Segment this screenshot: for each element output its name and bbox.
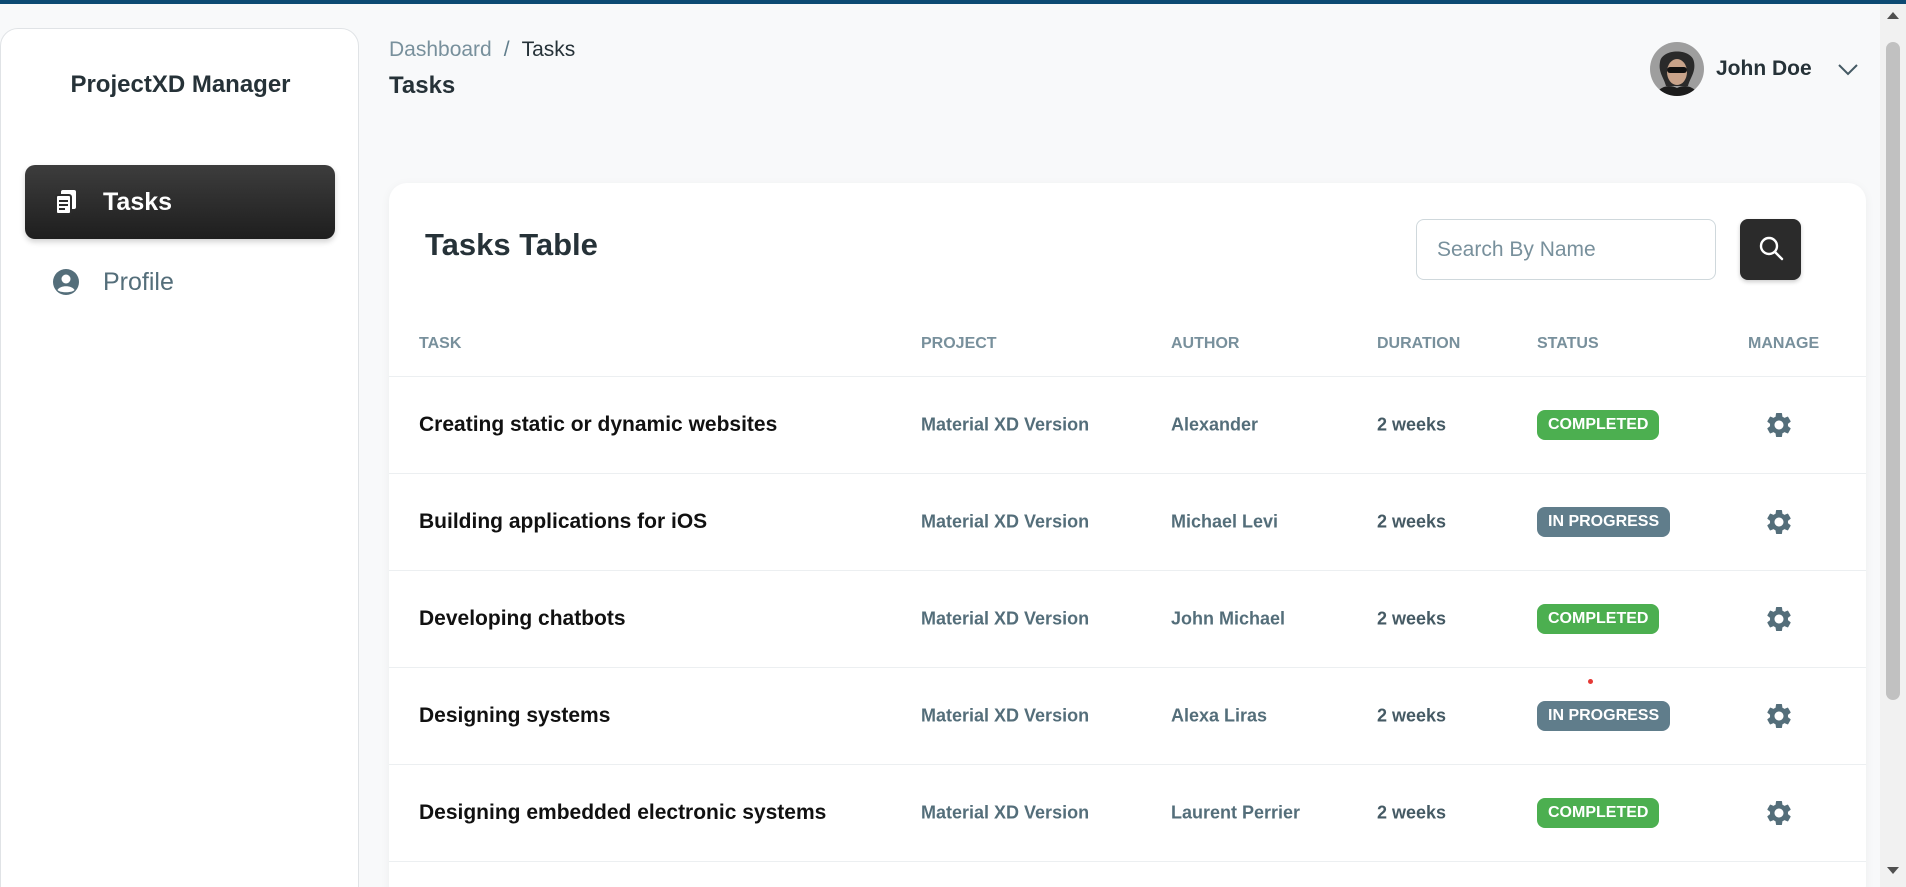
task-name: Creating static or dynamic websites [419,413,778,436]
task-author: Laurent Perrier [1171,802,1301,823]
status-badge: COMPLETED [1537,604,1660,634]
gear-icon[interactable] [1764,507,1794,537]
scrollbar-thumb[interactable] [1886,42,1900,700]
task-duration: 2 weeks [1377,705,1447,726]
task-duration: 2 weeks [1377,608,1447,629]
card-title: Tasks Table [425,227,598,262]
task-name: Designing systems [419,704,611,727]
avatar [1650,42,1704,96]
task-duration: 2 weeks [1377,802,1447,823]
user-circle-icon [49,265,83,299]
user-name: John Doe [1716,57,1812,80]
column-header-author: AUTHOR [1171,335,1240,352]
column-header-task: TASK [419,335,462,352]
breadcrumb-separator: / [503,38,510,61]
sidebar: ProjectXD Manager Tasks Profile [0,28,359,887]
scroll-up-arrow-icon[interactable] [1880,10,1906,26]
column-header-duration: DURATION [1377,335,1461,352]
gear-icon[interactable] [1764,410,1794,440]
table-row: Building applications for iOS Material X… [389,474,1866,571]
table-row: Developing chatbots Material XD Version … [389,571,1866,668]
status-badge: IN PROGRESS [1537,507,1671,537]
task-duration: 2 weeks [1377,414,1447,435]
gear-icon[interactable] [1764,604,1794,634]
task-author: Alexa Liras [1171,705,1268,726]
task-name: Designing embedded electronic systems [419,801,827,824]
breadcrumb-current: Tasks [521,38,576,61]
user-menu[interactable]: John Doe [1650,42,1860,96]
status-badge-cell: COMPLETED [1537,798,1660,828]
task-author: Michael Levi [1171,511,1279,532]
search-icon [1758,235,1784,264]
status-badge-cell: COMPLETED [1537,604,1660,634]
task-author: John Michael [1171,608,1286,629]
task-project: Material XD Version [921,608,1090,629]
status-badge-cell: COMPLETED [1537,410,1660,440]
task-author: Alexander [1171,414,1259,435]
sidebar-item-tasks[interactable]: Tasks [25,165,335,239]
vertical-scrollbar[interactable] [1880,4,1906,887]
table-header: TASK PROJECT AUTHOR DURATION STATUS MANA… [389,335,1866,377]
gear-icon[interactable] [1764,798,1794,828]
sidebar-item-label: Profile [103,267,174,296]
gear-icon[interactable] [1764,701,1794,731]
cursor-marker [1588,679,1593,684]
status-badge: COMPLETED [1537,798,1660,828]
column-header-project: PROJECT [921,335,997,352]
task-project: Material XD Version [921,414,1090,435]
task-duration: 2 weeks [1377,511,1447,532]
table-row: Creating static or dynamic websites Mate… [389,377,1866,474]
chevron-down-icon [1836,57,1860,81]
status-badge: COMPLETED [1537,410,1660,440]
table-row: Designing embedded electronic systems Ma… [389,765,1866,862]
column-header-status: STATUS [1537,335,1599,352]
task-project: Material XD Version [921,802,1090,823]
breadcrumb-parent-link[interactable]: Dashboard [389,38,492,61]
brand-title: ProjectXD Manager [70,71,291,98]
status-badge-cell: IN PROGRESS [1537,701,1671,731]
status-badge-cell: IN PROGRESS [1537,507,1671,537]
task-project: Material XD Version [921,511,1090,532]
sidebar-item-profile[interactable]: Profile [25,245,335,319]
sidebar-item-label: Tasks [103,187,173,216]
status-badge: IN PROGRESS [1537,701,1671,731]
page-title: Tasks [389,72,456,99]
search-input[interactable] [1416,219,1716,280]
scroll-down-arrow-icon[interactable] [1880,866,1906,882]
copy-document-icon [49,185,83,219]
window-top-border [0,0,1906,4]
task-project: Material XD Version [921,705,1090,726]
tasks-card: Tasks Table TASK PROJECT AUTHOR DURATION… [389,183,1866,887]
table-row: Designing systems Material XD Version Al… [389,668,1866,765]
column-header-manage: MANAGE [1748,335,1820,352]
search-button[interactable] [1740,219,1801,280]
breadcrumb: Dashboard / Tasks [389,38,575,62]
task-name: Developing chatbots [419,607,626,630]
task-name: Building applications for iOS [419,510,708,533]
